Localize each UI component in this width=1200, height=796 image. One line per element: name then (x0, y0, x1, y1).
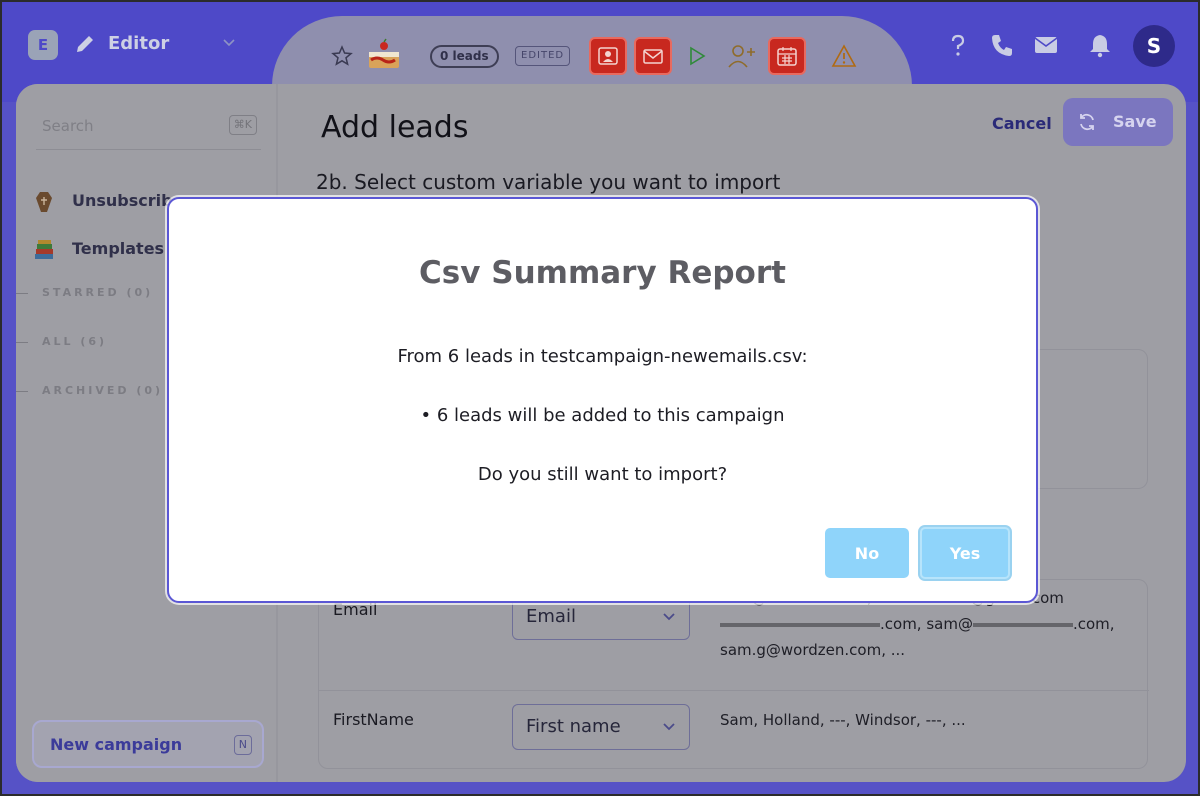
section-divider (16, 391, 28, 392)
redacted-text (972, 622, 1073, 627)
app-logo[interactable]: E (28, 30, 58, 60)
dialog-title: Csv Summary Report (419, 255, 786, 291)
mail-icon[interactable] (1033, 32, 1059, 58)
bell-icon[interactable] (1087, 32, 1113, 58)
pencil-icon (77, 36, 93, 52)
select-value: First name (526, 716, 621, 737)
schedule-button[interactable] (768, 37, 806, 75)
chevron-down-icon[interactable] (222, 36, 236, 50)
coffin-icon (36, 192, 52, 212)
cake-icon (369, 38, 399, 68)
calendar-icon (777, 47, 797, 66)
play-icon[interactable] (686, 45, 708, 67)
dialog-question-text: Do you still want to import? (477, 464, 728, 485)
save-button[interactable]: Save (1063, 98, 1173, 146)
sample-text: .com, (1072, 615, 1115, 633)
section-divider (16, 293, 28, 294)
new-campaign-shortcut: N (233, 735, 252, 755)
new-campaign-label: New campaign (50, 735, 183, 754)
email-button[interactable] (634, 37, 672, 75)
mode-label[interactable]: Editor (108, 33, 169, 54)
field-mapping-table: Email Email sam@worazen.com, @gmail.com … (318, 579, 1149, 769)
user-add-icon[interactable] (726, 42, 758, 70)
sample-text: .com, sam@ (880, 615, 973, 633)
books-icon (35, 240, 53, 259)
cancel-button[interactable]: Cancel (992, 114, 1052, 133)
save-label: Save (1113, 112, 1157, 131)
edited-badge: EDITED (515, 46, 571, 66)
dialog-summary-text: • 6 leads will be added to this campaign (420, 405, 785, 426)
csv-summary-dialog: Csv Summary Report From 6 leads in testc… (167, 197, 1038, 603)
sample-text: Sam, Holland, ---, Windsor, ---, ... (720, 711, 966, 729)
page-title: Add leads (321, 110, 469, 145)
firstname-field-select[interactable]: First name (512, 704, 690, 750)
sample-values: Sam, Holland, ---, Windsor, ---, ... (720, 707, 966, 733)
section-divider (16, 342, 28, 343)
sidebar-search: ⌘K (36, 106, 261, 150)
chevron-down-icon (663, 613, 675, 621)
user-avatar[interactable]: S (1133, 25, 1175, 67)
search-input[interactable] (42, 114, 202, 138)
new-campaign-button[interactable]: New campaign N (32, 720, 264, 768)
csv-field-name: FirstName (333, 710, 414, 729)
select-value: Email (526, 606, 576, 627)
sample-text: sam.g@wordzen.com, ... (720, 641, 906, 659)
star-icon[interactable] (331, 45, 353, 67)
search-shortcut-hint: ⌘K (228, 115, 257, 135)
envelope-icon (643, 49, 663, 64)
help-icon[interactable] (945, 32, 971, 58)
step-heading: 2b. Select custom variable you want to i… (316, 170, 781, 194)
yes-button[interactable]: Yes (920, 527, 1010, 579)
leads-count-badge: 0 leads (430, 45, 499, 68)
dialog-source-text: From 6 leads in testcampaign-newemails.c… (397, 346, 808, 367)
section-archived[interactable]: ARCHIVED (0) (42, 384, 163, 397)
contact-card-icon (598, 47, 618, 65)
refresh-icon (1080, 113, 1094, 131)
row-divider (319, 690, 1149, 691)
contact-card-button[interactable] (589, 37, 627, 75)
phone-icon[interactable] (989, 32, 1015, 58)
no-button[interactable]: No (825, 528, 909, 578)
sidebar-item-label: Templates (72, 239, 165, 258)
section-all[interactable]: ALL (6) (42, 335, 107, 348)
warning-icon[interactable] (831, 44, 857, 68)
chevron-down-icon (663, 723, 675, 731)
app-window: E Editor 0 leads EDITED S Search ⌘K Unsu… (0, 0, 1200, 796)
section-starred[interactable]: STARRED (0) (42, 286, 153, 299)
redacted-text (720, 622, 880, 627)
